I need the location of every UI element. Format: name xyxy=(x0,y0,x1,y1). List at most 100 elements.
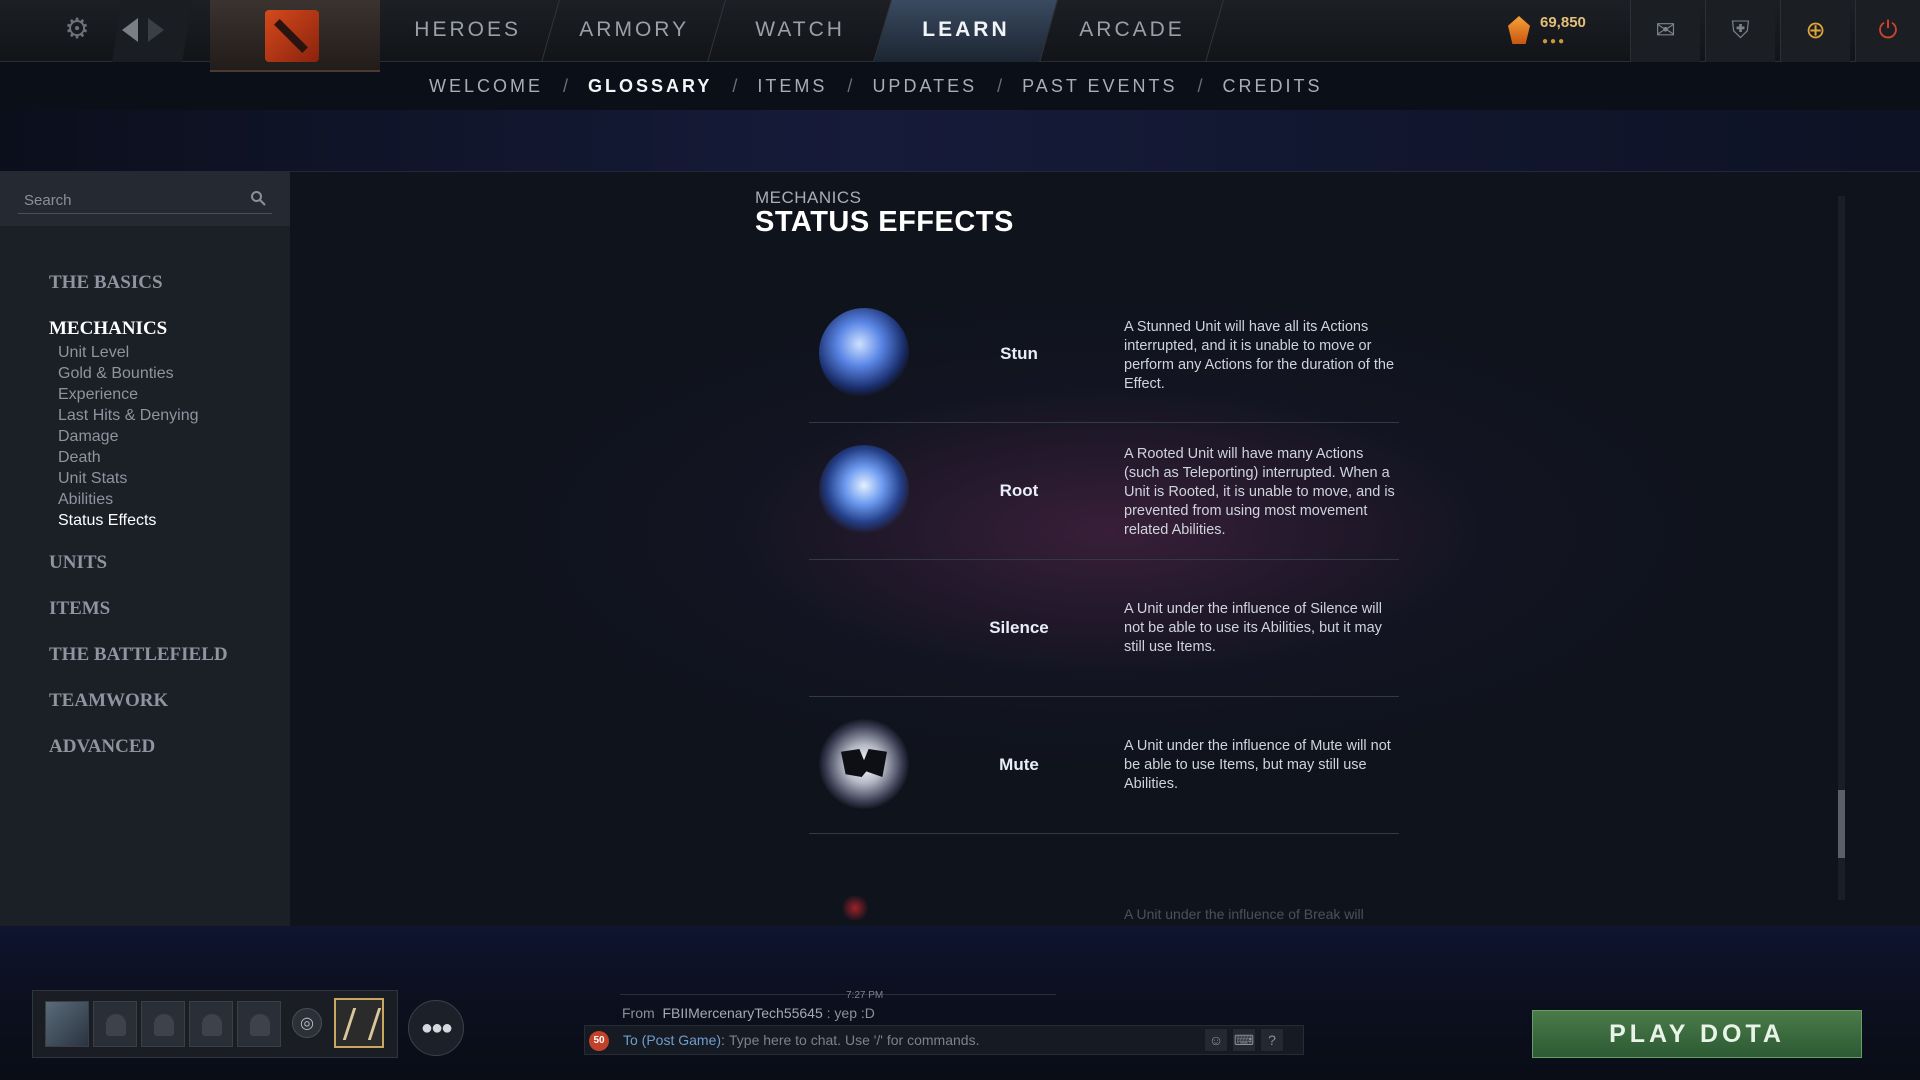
sidebar-item-mechanics[interactable]: MECHANICS xyxy=(49,318,167,340)
play-dota-button[interactable]: PLAY DOTA xyxy=(1532,1010,1862,1058)
chat-timestamp: 7:27 PM xyxy=(846,990,884,1001)
armory-icon[interactable]: ⛨ xyxy=(1705,0,1775,62)
sidebar-item-units[interactable]: UNITS xyxy=(49,552,107,574)
currency-value: 69,850 xyxy=(1540,14,1586,31)
person-icon xyxy=(202,1014,222,1036)
chat-help-button[interactable]: ? xyxy=(1261,1029,1283,1051)
shard-currency-icon xyxy=(1508,16,1530,44)
subnav-welcome[interactable]: WELCOME xyxy=(429,76,543,97)
sidebar-subitem-abilities[interactable]: Abilities xyxy=(58,491,113,509)
top-bar: ⚙ HEROES ARMORY WATCH LEARN ARCADE 69,85… xyxy=(0,0,1920,72)
chat-input[interactable] xyxy=(729,1029,1189,1051)
chat-sender[interactable]: FBIIMercenaryTech55645 xyxy=(662,1005,822,1021)
plus-icon[interactable]: ⊕ xyxy=(1780,0,1850,62)
chat-divider xyxy=(620,994,1056,995)
sidebar-subitem-last-hits-denying[interactable]: Last Hits & Denying xyxy=(58,407,199,425)
search-icon[interactable] xyxy=(250,190,266,206)
settings-gear-icon[interactable]: ⚙ xyxy=(60,12,94,46)
stun-swirl-icon xyxy=(819,308,909,398)
empty-party-slot[interactable] xyxy=(141,1001,185,1047)
tab-arcade[interactable]: ARCADE xyxy=(1040,0,1224,62)
effect-name: Mute xyxy=(999,755,1039,774)
root-icon xyxy=(819,445,909,535)
empty-party-slot[interactable] xyxy=(93,1001,137,1047)
dota-logo-icon xyxy=(265,10,319,62)
glossary-sidebar: THE BASICS MECHANICS Unit Level Gold & B… xyxy=(0,172,290,926)
search-box xyxy=(0,172,290,226)
sidebar-item-items[interactable]: ITEMS xyxy=(49,598,110,620)
subnav-separator: / xyxy=(563,75,569,96)
subnav-separator: / xyxy=(847,75,853,96)
history-nav xyxy=(112,0,192,62)
mail-icon[interactable]: ✉ xyxy=(1630,0,1700,62)
page-title: STATUS EFFECTS xyxy=(755,206,1014,238)
effect-description: A Stunned Unit will have all its Actions… xyxy=(1124,319,1395,392)
effect-name: Stun xyxy=(1000,344,1038,363)
chat-channel-label[interactable]: To (Post Game): xyxy=(623,1032,725,1048)
status-effect-row: Silence A Unit under the influence of Si… xyxy=(809,560,1399,697)
sidebar-subitem-gold-bounties[interactable]: Gold & Bounties xyxy=(58,365,174,383)
mute-icon xyxy=(819,719,909,809)
forward-arrow-icon[interactable] xyxy=(148,18,164,42)
chat-message: From FBIIMercenaryTech55645 : yep :D xyxy=(622,1005,875,1021)
effect-description: A Rooted Unit will have many Actions (su… xyxy=(1124,446,1395,538)
person-icon xyxy=(154,1014,174,1036)
status-effect-row: Mute A Unit under the influence of Mute … xyxy=(809,697,1399,834)
sidebar-item-the-battlefield[interactable]: THE BATTLEFIELD xyxy=(49,644,228,666)
sidebar-item-teamwork[interactable]: TEAMWORK xyxy=(49,690,168,712)
chat-wheel-icon[interactable]: ⌨ xyxy=(1233,1029,1255,1051)
unread-count-badge[interactable]: 50 xyxy=(589,1031,609,1051)
effect-description: A Unit under the influence of Silence wi… xyxy=(1124,601,1382,655)
status-effect-row: Root A Rooted Unit will have many Action… xyxy=(809,423,1399,560)
sidebar-item-advanced[interactable]: ADVANCED xyxy=(49,736,155,758)
voice-chat-icon[interactable]: ◎ xyxy=(292,1008,322,1038)
search-input[interactable] xyxy=(18,188,272,214)
subnav-credits[interactable]: CREDITS xyxy=(1223,76,1323,97)
break-icon xyxy=(840,896,870,920)
sidebar-subitem-experience[interactable]: Experience xyxy=(58,386,138,404)
banner-band xyxy=(0,110,1920,172)
chat-message-prefix: From xyxy=(622,1005,655,1021)
emoticon-icon[interactable]: ☺ xyxy=(1205,1029,1227,1051)
scrollbar-thumb[interactable] xyxy=(1838,790,1845,858)
chat-panel: 7:27 PM From FBIIMercenaryTech55645 : ye… xyxy=(584,988,1304,1058)
person-icon xyxy=(250,1014,270,1036)
chat-input-row: 50 To (Post Game): ☺ ⌨ ? xyxy=(584,1025,1304,1055)
chat-message-text: : yep :D xyxy=(826,1005,875,1021)
sidebar-item-the-basics[interactable]: THE BASICS xyxy=(49,272,163,294)
tab-heroes[interactable]: HEROES xyxy=(376,0,560,62)
friends-icon[interactable]: ●●● xyxy=(408,1000,464,1056)
sidebar-subitem-damage[interactable]: Damage xyxy=(58,428,118,446)
section-kicker: MECHANICS xyxy=(755,188,862,207)
partial-effect-description: A Unit under the influence of Break will xyxy=(1124,906,1364,922)
sidebar-subitem-death[interactable]: Death xyxy=(58,449,101,467)
rank-medal-button[interactable] xyxy=(334,998,384,1048)
main-nav: HEROES ARMORY WATCH LEARN ARCADE xyxy=(376,0,1224,62)
status-effect-row: Stun A Stunned Unit will have all its Ac… xyxy=(809,286,1399,423)
subnav-separator: / xyxy=(997,75,1003,96)
player-avatar[interactable] xyxy=(45,1001,89,1047)
effect-name: Root xyxy=(999,481,1039,500)
subnav-separator: / xyxy=(732,75,738,96)
power-icon[interactable]: ⏻ xyxy=(1855,0,1920,62)
effect-description: A Unit under the influence of Mute will … xyxy=(1124,738,1391,792)
subnav-past-events[interactable]: PAST EVENTS xyxy=(1022,76,1177,97)
effect-name: Silence xyxy=(989,618,1049,637)
currency-dots: ●●● xyxy=(1542,36,1567,47)
subnav-items[interactable]: ITEMS xyxy=(757,76,827,97)
subnav-separator: / xyxy=(1197,75,1203,96)
sidebar-subitem-unit-level[interactable]: Unit Level xyxy=(58,344,129,362)
empty-party-slot[interactable] xyxy=(189,1001,233,1047)
back-arrow-icon[interactable] xyxy=(122,18,138,42)
subnav-updates[interactable]: UPDATES xyxy=(872,76,977,97)
sidebar-subitem-unit-stats[interactable]: Unit Stats xyxy=(58,470,127,488)
person-icon xyxy=(106,1014,126,1036)
silence-icon xyxy=(819,582,909,672)
sidebar-subitem-status-effects[interactable]: Status Effects xyxy=(58,512,156,530)
empty-party-slot[interactable] xyxy=(237,1001,281,1047)
subnav-glossary[interactable]: GLOSSARY xyxy=(588,76,712,97)
tab-learn[interactable]: LEARN xyxy=(874,0,1058,62)
tab-watch[interactable]: WATCH xyxy=(708,0,892,62)
tab-armory[interactable]: ARMORY xyxy=(542,0,726,62)
glossary-sub-nav: WELCOME / GLOSSARY / ITEMS / UPDATES / P… xyxy=(0,62,1920,110)
